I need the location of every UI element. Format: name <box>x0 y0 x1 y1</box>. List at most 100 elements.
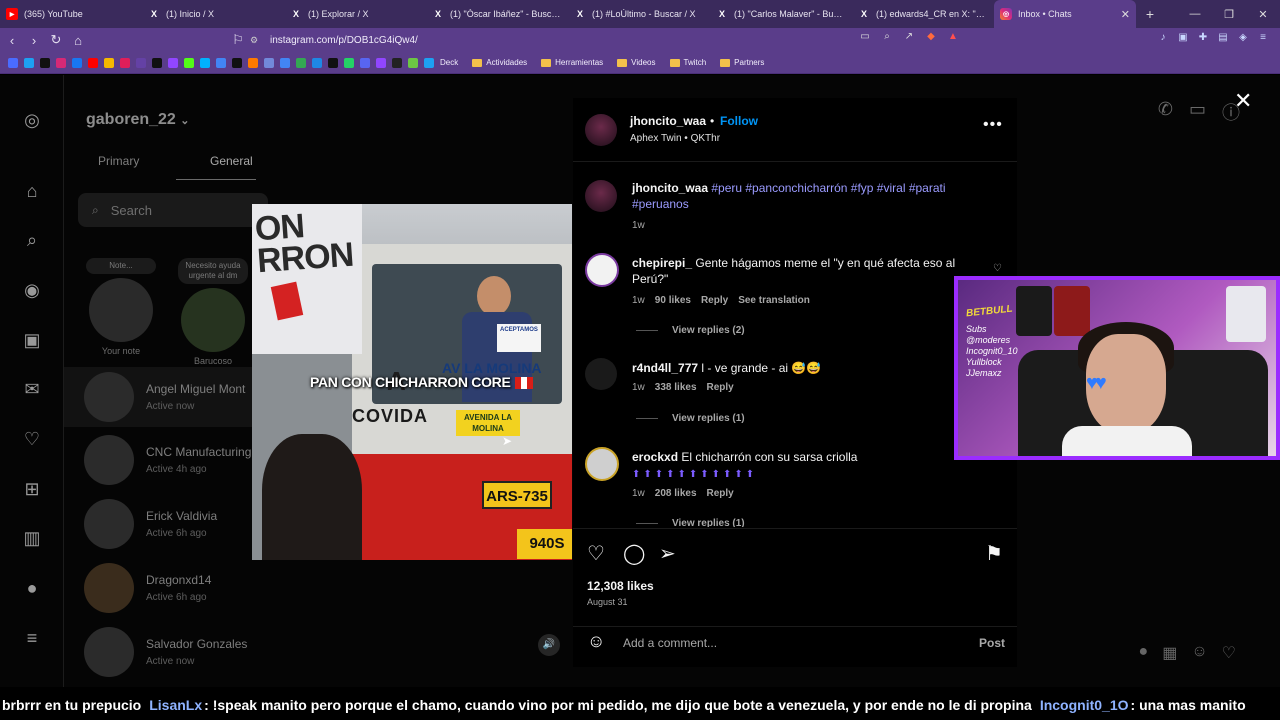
bookmark-icon[interactable] <box>392 57 402 68</box>
tiktok-icon[interactable] <box>40 57 50 68</box>
caption-username[interactable]: jhoncito_waa <box>632 181 708 195</box>
follow-button[interactable]: Follow <box>720 114 758 128</box>
like-comment-icon[interactable]: ♡ <box>993 263 1002 274</box>
youtube-bookmark-icon[interactable] <box>88 57 98 68</box>
minimize-icon[interactable]: — <box>1178 8 1212 20</box>
home-icon[interactable]: ⌂ <box>68 33 88 48</box>
screen-icon[interactable]: ▭ <box>858 31 872 47</box>
close-window-icon[interactable]: ✕ <box>1246 8 1280 21</box>
bookmark-icon[interactable] <box>120 57 130 68</box>
instagram-logo-icon[interactable]: ◎ <box>20 108 44 132</box>
extension-icon[interactable]: ▣ <box>1176 32 1190 46</box>
bookmark-icon[interactable] <box>376 57 386 68</box>
tab-youtube[interactable]: ▶ (365) YouTube <box>0 0 142 28</box>
sidebar-icon[interactable]: ▤ <box>1216 32 1230 46</box>
bookmark-icon[interactable] <box>408 57 418 68</box>
save-bookmark-icon[interactable]: ⚑ <box>985 541 1003 566</box>
avatar[interactable] <box>585 180 617 212</box>
bookmark-icon[interactable] <box>200 57 210 68</box>
likes-count[interactable]: 12,308 likes <box>587 579 654 593</box>
microphone-icon[interactable]: ● <box>1139 643 1149 663</box>
twitch-bookmark-icon[interactable] <box>136 57 146 68</box>
phone-icon[interactable]: ✆ <box>1158 99 1173 125</box>
comment-likes[interactable]: 338 likes <box>655 382 697 393</box>
explore-icon[interactable]: ◉ <box>20 278 44 302</box>
forward-icon[interactable]: › <box>24 33 44 48</box>
comment-username[interactable]: erockxd <box>632 450 678 464</box>
bookmark-icon[interactable] <box>104 57 114 68</box>
zoom-icon[interactable]: ⌕ <box>880 31 894 47</box>
new-tab-button[interactable]: + <box>1140 6 1160 22</box>
avatar[interactable] <box>585 253 619 287</box>
tab-x-loultimo[interactable]: X (1) #LoÚltimo - Buscar / X <box>568 0 710 28</box>
note-item[interactable]: Note... Your note <box>86 258 156 356</box>
reels-icon[interactable]: ▣ <box>20 328 44 352</box>
search-nav-icon[interactable]: ⌕ <box>20 228 44 252</box>
comment-likes[interactable]: 90 likes <box>655 295 691 306</box>
bookmark-icon[interactable] <box>296 57 306 68</box>
site-info-icon[interactable]: ⚙ <box>250 35 262 46</box>
view-replies-button[interactable]: View replies (2) <box>636 325 745 336</box>
bookmark-page-icon[interactable]: ⚐ <box>228 32 248 48</box>
avatar[interactable] <box>585 447 619 481</box>
avatar[interactable] <box>585 358 617 390</box>
comment-username[interactable]: r4nd4ll_777 <box>632 361 698 375</box>
bookmark-icon[interactable] <box>168 57 178 68</box>
bookmark-folder-partners[interactable]: Partners <box>720 58 764 67</box>
share-send-icon[interactable]: ➢ <box>659 541 676 566</box>
reload-icon[interactable]: ↻ <box>46 32 66 48</box>
bookmark-icon[interactable] <box>312 57 322 68</box>
kick-icon[interactable] <box>184 57 194 68</box>
bookmark-icon[interactable] <box>280 57 290 68</box>
brave-shield-icon[interactable]: ◆ <box>924 31 938 47</box>
comment-likes[interactable]: 208 likes <box>655 488 697 499</box>
tab-x-inicio[interactable]: X (1) Inicio / X <box>142 0 284 28</box>
tab-primary[interactable]: Primary <box>98 154 139 168</box>
more-menu-icon[interactable]: ≡ <box>20 626 44 650</box>
image-icon[interactable]: ▦ <box>1162 643 1177 663</box>
bookmark-icon[interactable] <box>328 57 338 68</box>
tab-instagram-inbox[interactable]: ◎ Inbox • Chats ✕ <box>994 0 1136 28</box>
create-icon[interactable]: ⊞ <box>20 477 44 501</box>
video-call-icon[interactable]: ▭ <box>1189 99 1206 125</box>
audio-label[interactable]: Aphex Twin • QKThr <box>630 133 720 144</box>
bookmark-icon[interactable] <box>216 57 226 68</box>
home-nav-icon[interactable]: ⌂ <box>20 179 44 203</box>
bookmark-icon[interactable] <box>264 57 274 68</box>
see-translation-button[interactable]: See translation <box>738 295 810 306</box>
back-icon[interactable]: ‹ <box>2 33 22 48</box>
bookmark-folder-twitch[interactable]: Twitch <box>669 58 706 67</box>
bookmark-folder-videos[interactable]: Videos <box>617 58 656 67</box>
reply-button[interactable]: Reply <box>701 295 728 306</box>
dashboard-icon[interactable]: ▥ <box>20 526 44 550</box>
menu-icon[interactable]: ≡ <box>1256 32 1270 46</box>
rewards-icon[interactable]: ▲ <box>946 31 960 47</box>
post-comment-button[interactable]: Post <box>979 636 1005 650</box>
bookmark-icon[interactable] <box>248 57 258 68</box>
share-icon[interactable]: ↗ <box>902 31 916 47</box>
mute-button[interactable]: 🔊 <box>538 634 560 656</box>
bookmark-icon[interactable] <box>232 57 242 68</box>
view-replies-button[interactable]: View replies (1) <box>636 518 745 527</box>
whatsapp-icon[interactable] <box>344 57 354 68</box>
notifications-heart-icon[interactable]: ♡ <box>20 427 44 451</box>
audio-icon[interactable]: ♪ <box>1156 32 1170 46</box>
facebook-icon[interactable] <box>72 57 82 68</box>
instagram-bookmark-icon[interactable] <box>56 57 66 68</box>
author-avatar[interactable] <box>585 114 617 146</box>
bookmark-icon[interactable] <box>360 57 370 68</box>
more-options-icon[interactable]: ••• <box>983 116 1003 134</box>
close-icon[interactable]: ✕ <box>1234 88 1252 114</box>
tab-x-edwards[interactable]: X (1) edwards4_CR en X: "ah! qué <box>852 0 994 28</box>
comment-icon[interactable]: ◯ <box>623 541 645 566</box>
profile-avatar-icon[interactable]: ● <box>20 576 44 600</box>
comment-input[interactable]: Add a comment... <box>623 636 717 650</box>
emoji-icon[interactable]: ☺ <box>587 631 605 652</box>
messenger-icon[interactable]: ✉ <box>20 377 44 401</box>
tab-general[interactable]: General <box>210 154 253 168</box>
wallet-icon[interactable]: ◈ <box>1236 32 1250 46</box>
note-item[interactable]: Necesito ayuda urgente al dm Barucoso <box>178 258 248 366</box>
view-replies-button[interactable]: View replies (1) <box>636 413 745 424</box>
heart-icon[interactable]: ♡ <box>1222 643 1236 663</box>
like-heart-icon[interactable]: ♡ <box>587 541 605 566</box>
